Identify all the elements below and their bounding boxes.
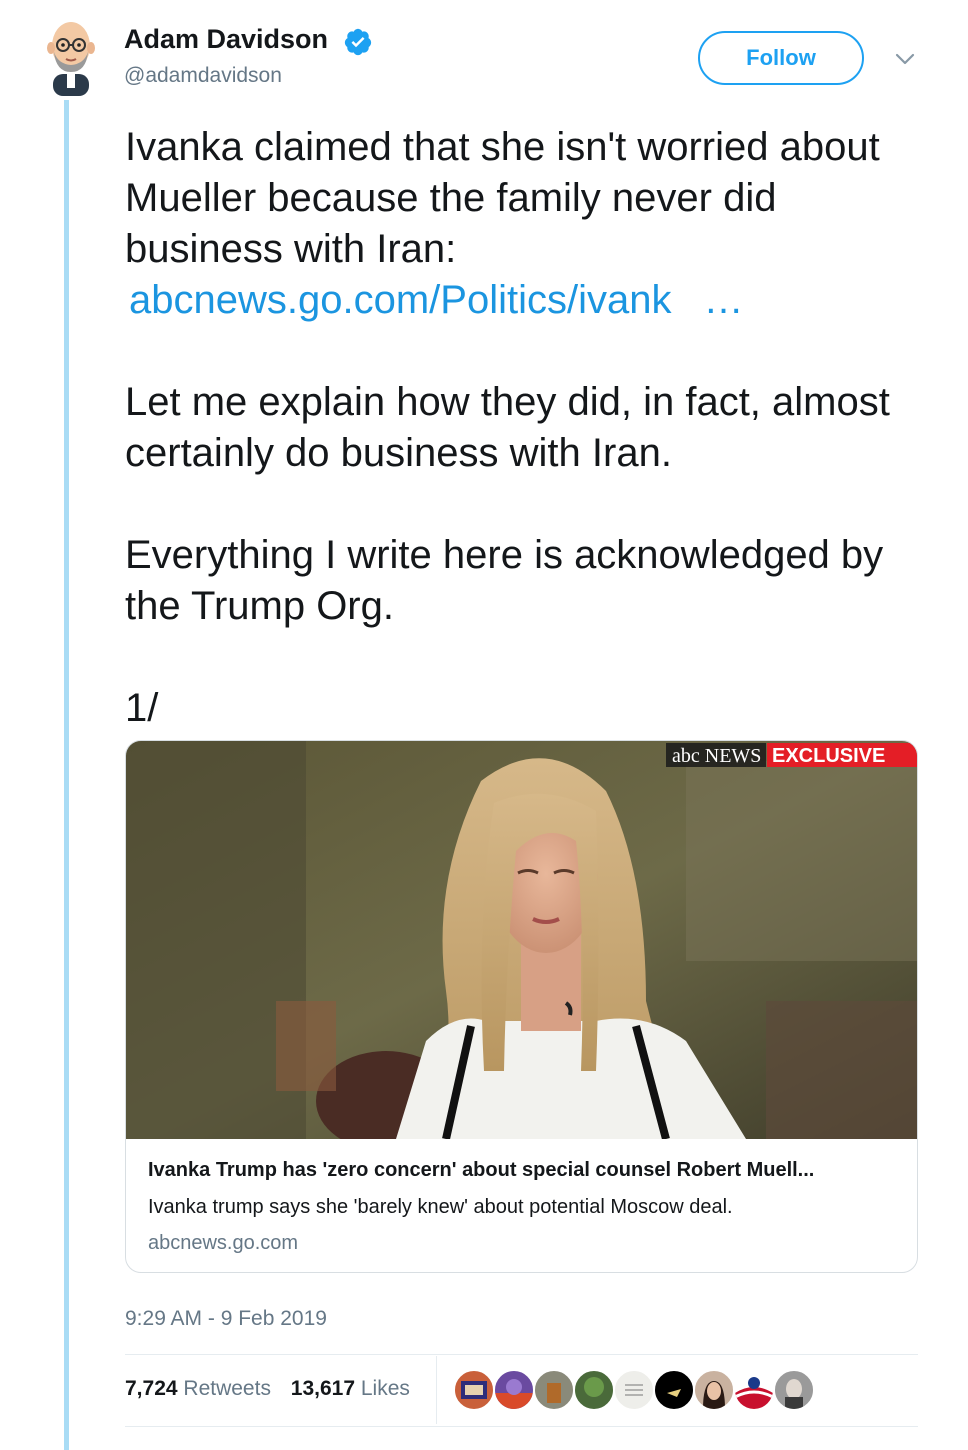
card-title: Ivanka Trump has 'zero concern' about sp… xyxy=(148,1159,815,1181)
author-handle[interactable]: @adamdavidson xyxy=(124,64,282,88)
card-domain: abcnews.go.com xyxy=(148,1232,299,1254)
thread-line xyxy=(64,100,69,1450)
tweet-paragraph-2: Let me explain how they did, in fact, al… xyxy=(125,380,890,475)
likes-stat[interactable]: 13,617 Likes xyxy=(291,1377,410,1400)
tweet-paragraph-1: Ivanka claimed that she isn't worried ab… xyxy=(125,125,880,322)
abc-news-logo: abc NEWS xyxy=(672,745,761,767)
liker-avatar[interactable] xyxy=(734,1370,774,1410)
tweet-paragraph-3: Everything I write here is acknowledged … xyxy=(125,533,884,628)
retweets-stat[interactable]: 7,724 Retweets xyxy=(125,1377,271,1400)
liker-avatar[interactable] xyxy=(454,1370,494,1410)
liker-avatar[interactable] xyxy=(694,1370,734,1410)
verified-badge-icon xyxy=(344,28,372,56)
tweet-paragraph-4: 1/ xyxy=(125,686,159,730)
exclusive-tag: EXCLUSIVE xyxy=(772,745,885,767)
tweet-text: Ivanka claimed that she isn't worried ab… xyxy=(125,122,925,734)
divider-top xyxy=(125,1354,918,1355)
liker-avatar[interactable] xyxy=(654,1370,694,1410)
tweet-stats: 7,724 Retweets 13,617 Likes xyxy=(125,1377,410,1401)
liker-avatar[interactable] xyxy=(494,1370,534,1410)
card-image: abc NEWS EXCLUSIVE xyxy=(126,741,917,1139)
liker-avatar[interactable] xyxy=(574,1370,614,1410)
liker-avatar[interactable] xyxy=(614,1370,654,1410)
article-link[interactable]: abcnews.go.com/Politics/ivank… xyxy=(125,278,743,322)
liker-avatar[interactable] xyxy=(534,1370,574,1410)
avatar[interactable] xyxy=(40,14,102,96)
stats-separator xyxy=(436,1356,437,1424)
follow-button[interactable]: Follow xyxy=(698,31,864,85)
card-description: Ivanka trump says she 'barely knew' abou… xyxy=(148,1196,733,1218)
tweet-timestamp[interactable]: 9:29 AM - 9 Feb 2019 xyxy=(125,1307,327,1331)
divider-bottom xyxy=(125,1426,918,1427)
liker-avatar[interactable] xyxy=(774,1370,814,1410)
author-name[interactable]: Adam Davidson xyxy=(124,24,328,55)
link-preview-card[interactable]: abc NEWS EXCLUSIVE Ivanka Trump has 'zer… xyxy=(125,740,918,1273)
chevron-down-icon[interactable] xyxy=(892,48,918,70)
